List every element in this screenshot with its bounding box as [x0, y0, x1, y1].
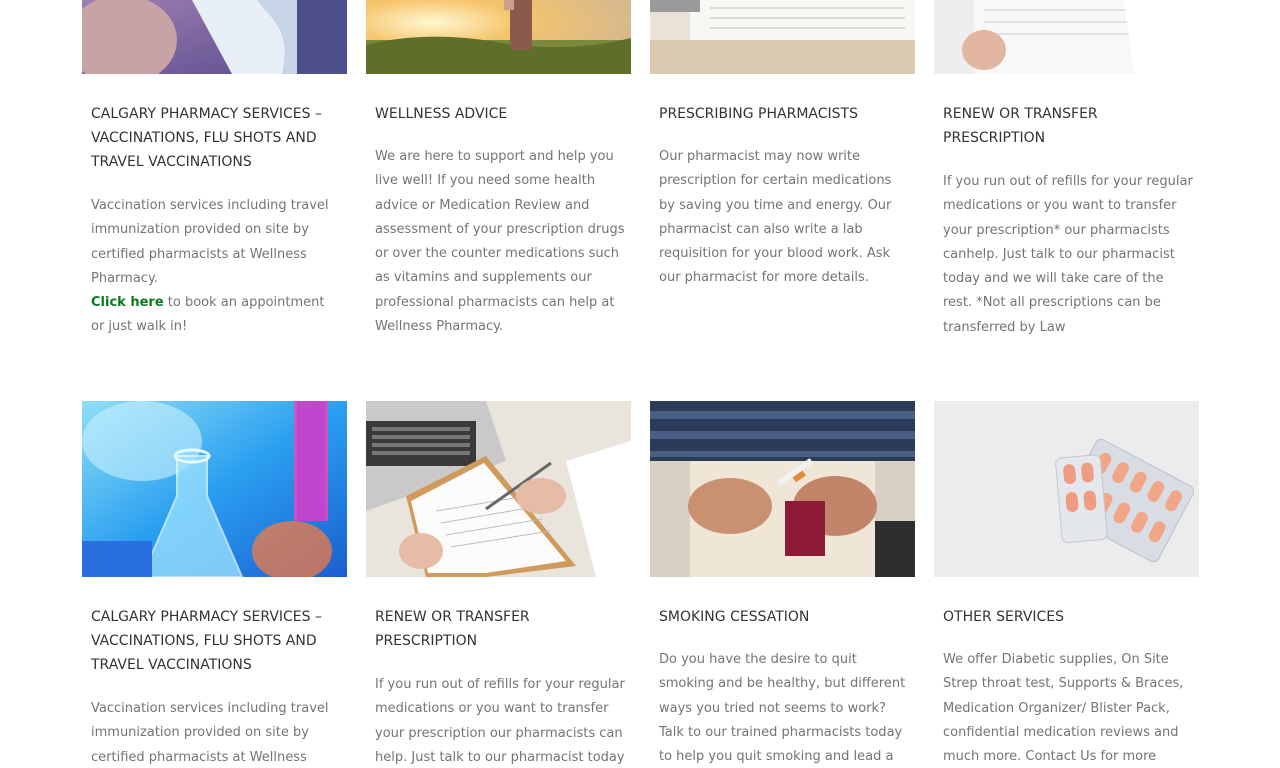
card-desc-vaccinations: Vaccination services including travel im…: [91, 194, 341, 340]
card-title-prescribing: PRESCRIBING PHARMACISTS: [659, 106, 858, 122]
prescription-form-image: [366, 401, 631, 577]
card-title-renew-2: RENEW OR TRANSFER PRESCRIPTION: [375, 609, 530, 649]
card-title-vaccinations: CALGARY PHARMACY SERVICES – VACCINATIONS…: [91, 106, 322, 170]
card-desc-vaccinations-2: Vaccination services including travel im…: [91, 701, 329, 765]
card-desc-vaccinations-text: Vaccination services including travel im…: [91, 198, 329, 286]
card-title-other: OTHER SERVICES: [943, 609, 1065, 625]
card-desc-renew: If you run out of refills for your regul…: [943, 174, 1193, 335]
blister-pack-image: [934, 401, 1199, 577]
card-title-renew: RENEW OR TRANSFER PRESCRIPTION: [943, 106, 1098, 146]
renew-image: [934, 0, 1199, 74]
card-desc-smoking: Do you have the desire to quit smoking a…: [659, 652, 906, 765]
card-title-vaccinations-2: CALGARY PHARMACY SERVICES – VACCINATIONS…: [91, 609, 322, 673]
card-desc-renew-2: If you run out of refills for your regul…: [375, 677, 625, 765]
card-title-wellness: WELLNESS ADVICE: [375, 106, 508, 122]
smoking-cessation-image: [650, 401, 915, 577]
lab-glassware-image: [82, 401, 347, 577]
card-desc-wellness: We are here to support and help you live…: [375, 149, 625, 335]
prescribing-image: [650, 0, 915, 74]
card-desc-other: We offer Diabetic supplies, On Site Stre…: [943, 652, 1184, 765]
wellness-image: [366, 0, 631, 74]
book-appointment-link[interactable]: Click here: [91, 295, 164, 310]
card-title-smoking: SMOKING CESSATION: [659, 609, 810, 625]
card-desc-prescribing: Our pharmacist may now write prescriptio…: [659, 149, 892, 286]
vaccination-image: [82, 0, 347, 74]
